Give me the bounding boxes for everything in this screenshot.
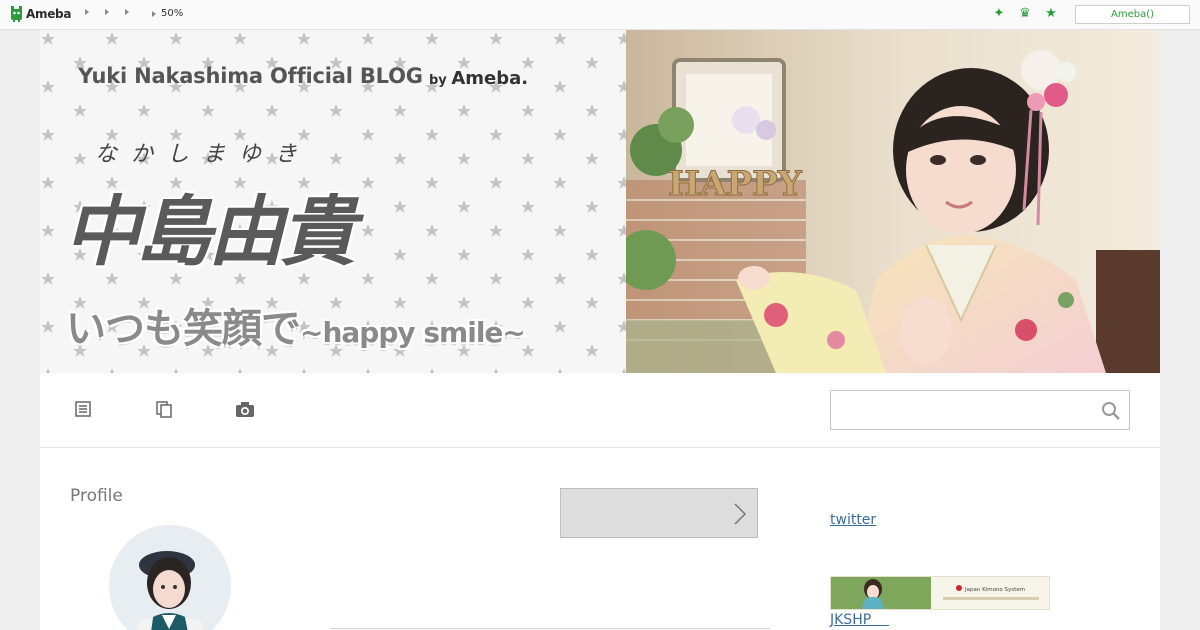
ameba-login-button[interactable]: Ameba(): [1075, 5, 1190, 24]
byline-prefix: by: [429, 73, 447, 88]
jkshp-banner[interactable]: Japan Kimono System: [830, 576, 1050, 610]
content-divider: [330, 628, 770, 629]
header-banner-text-area: Yuki Nakashima Official BLOG by Ameba. な…: [40, 30, 626, 373]
breadcrumb: [85, 9, 145, 15]
crown-icon[interactable]: ♛: [1018, 7, 1032, 21]
happy-sign: HAPPY: [668, 164, 803, 204]
chevron-right-icon[interactable]: [733, 502, 747, 526]
profile-heading: Profile: [70, 486, 123, 506]
ameba-mascot-icon: [11, 6, 22, 22]
name-reading: なかしまゆき: [95, 142, 312, 167]
blog-title: Yuki Nakashima Official BLOG: [78, 64, 423, 88]
name-kanji: 中島由貴: [64, 187, 356, 276]
article-list-icon[interactable]: [74, 400, 92, 418]
byline-brand: Ameba.: [451, 68, 529, 89]
jkshp-banner-image: Japan Kimono System: [831, 577, 1039, 609]
breadcrumb-arrow-icon[interactable]: [125, 9, 129, 15]
blog-header[interactable]: Yuki Nakashima Official BLOG by Ameba. な…: [40, 30, 1160, 373]
kimono-portrait-image: HAPPY: [626, 30, 1160, 373]
zoom-indicator[interactable]: 50%: [152, 8, 183, 19]
copy-pages-icon[interactable]: [155, 400, 173, 418]
ameba-logo[interactable]: Ameba: [9, 5, 71, 22]
brand-text: Ameba: [26, 6, 72, 21]
header-photo: HAPPY: [626, 30, 1160, 373]
profile-avatar[interactable]: [109, 525, 231, 630]
jkshp-banner-brand: Japan Kimono System: [964, 587, 1025, 593]
sparkle-icon[interactable]: ✦: [992, 7, 1006, 21]
profile-photo-image: [109, 525, 231, 630]
byline: by Ameba.: [429, 68, 528, 89]
breadcrumb-arrow-icon[interactable]: [85, 9, 89, 15]
blog-page: Yuki Nakashima Official BLOG by Ameba. な…: [40, 30, 1160, 630]
zoom-arrow-icon: [152, 10, 156, 17]
carousel-next-box[interactable]: [560, 488, 758, 538]
tagline: いつも笑顔で~happy smile~: [66, 296, 526, 354]
twitter-link[interactable]: twitter: [830, 512, 876, 528]
blog-nav-bar: [40, 373, 1160, 448]
search-input[interactable]: [830, 390, 1130, 430]
top-bar: Ameba 50% ✦ ♛ ★ Ameba(): [0, 0, 1200, 30]
tagline-jp: いつも笑顔で: [66, 306, 301, 352]
star-icon[interactable]: ★: [1044, 7, 1058, 21]
jkshp-link[interactable]: JKSHP: [830, 612, 889, 628]
search-icon[interactable]: [1101, 401, 1121, 421]
tagline-en: ~happy smile~: [300, 316, 526, 349]
breadcrumb-arrow-icon[interactable]: [105, 9, 109, 15]
camera-icon[interactable]: [235, 400, 255, 418]
zoom-level: 50%: [161, 8, 184, 19]
top-icons: ✦ ♛ ★: [992, 7, 1070, 21]
